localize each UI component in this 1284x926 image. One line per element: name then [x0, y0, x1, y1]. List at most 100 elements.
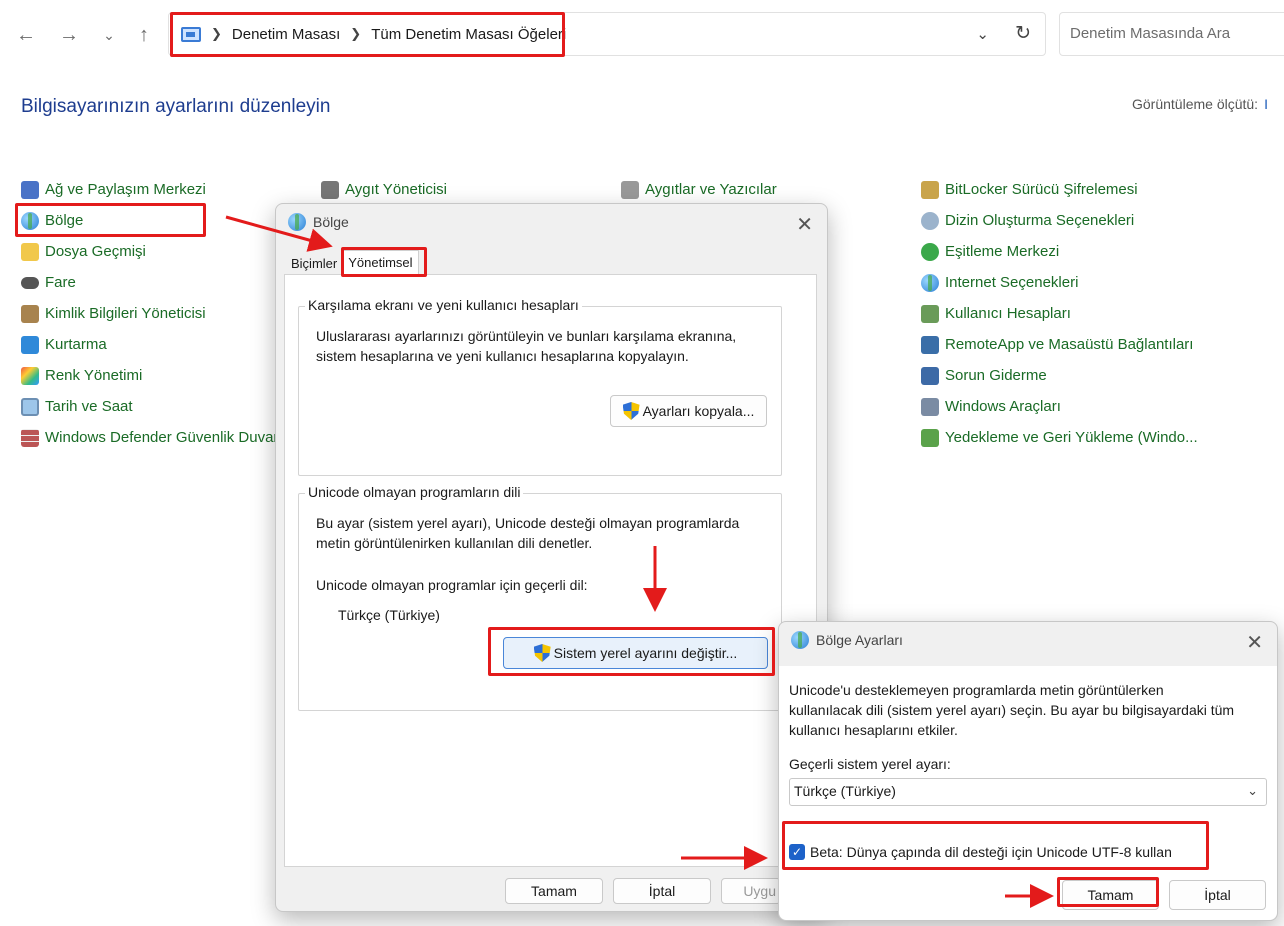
breadcrumb: ❯ Denetim Masası ❯ Tüm Denetim Masası Öğ… — [181, 13, 566, 55]
items-column-4: BitLocker Sürücü Şifrelemesi Dizin Oluşt… — [921, 174, 1198, 453]
item-label: Internet Seçenekleri — [945, 274, 1079, 291]
item-devices-printers[interactable]: Aygıtlar ve Yazıcılar — [621, 174, 777, 205]
current-language-value: Türkçe (Türkiye) — [338, 607, 440, 623]
dialog-title: Bölge — [313, 214, 349, 230]
recovery-icon — [21, 335, 39, 354]
items-column-1: Ağ ve Paylaşım Merkezi Bölge Dosya Geçmi… — [21, 174, 278, 453]
item-remoteapp[interactable]: RemoteApp ve Masaüstü Bağlantıları — [921, 329, 1198, 360]
item-file-history[interactable]: Dosya Geçmişi — [21, 236, 278, 267]
copy-settings-button[interactable]: Ayarları kopyala... — [610, 395, 767, 427]
cancel-button[interactable]: İptal — [1169, 880, 1266, 910]
item-user-accounts[interactable]: Kullanıcı Hesapları — [921, 298, 1198, 329]
item-indexing[interactable]: Dizin Oluşturma Seçenekleri — [921, 205, 1198, 236]
description-line: kullanıcı hesaplarını etkiler. — [789, 722, 958, 738]
breadcrumb-control-panel[interactable]: Denetim Masası — [232, 26, 340, 43]
breadcrumb-all-items[interactable]: Tüm Denetim Masası Öğeleri — [371, 26, 566, 43]
item-date-time[interactable]: Tarih ve Saat — [21, 391, 278, 422]
view-by-value[interactable]: I — [1264, 96, 1268, 112]
dialog-body: Unicode'u desteklemeyen programlarda met… — [779, 666, 1277, 920]
close-icon[interactable]: ✕ — [1246, 630, 1263, 655]
item-mouse[interactable]: Fare — [21, 267, 278, 298]
item-troubleshooting[interactable]: Sorun Giderme — [921, 360, 1198, 391]
chevron-down-icon: ⌄ — [1247, 783, 1258, 798]
vault-icon — [21, 304, 39, 323]
view-by: Görüntüleme ölçütü: I — [1132, 96, 1268, 112]
items-column-3: Aygıtlar ve Yazıcılar — [621, 174, 777, 205]
item-label: Kimlik Bilgileri Yöneticisi — [45, 305, 206, 322]
internet-globe-icon — [921, 273, 939, 292]
uac-shield-icon — [533, 644, 551, 662]
group-description: Bu ayar (sistem yerel ayarı), Unicode de… — [316, 513, 739, 553]
select-value: Türkçe (Türkiye) — [794, 783, 896, 799]
search-input[interactable]: Denetim Masasında Ara — [1059, 12, 1284, 56]
network-icon — [21, 180, 39, 199]
description-line: sistem hesaplarına ve yeni kullanıcı hes… — [316, 348, 689, 364]
item-label: Tarih ve Saat — [45, 398, 133, 415]
back-button[interactable]: ← — [13, 22, 39, 48]
key-icon — [921, 180, 939, 199]
dialog-title-bar: Bölge — [288, 213, 349, 231]
globe-icon — [791, 631, 809, 649]
color-icon — [21, 366, 39, 385]
change-system-locale-button[interactable]: Sistem yerel ayarını değiştir... — [503, 637, 768, 669]
dialog-title: Bölge Ayarları — [816, 632, 903, 648]
uac-shield-icon — [622, 402, 640, 420]
ok-button[interactable]: Tamam — [1062, 880, 1159, 910]
item-label: Dosya Geçmişi — [45, 243, 146, 260]
locale-label: Geçerli sistem yerel ayarı: — [789, 756, 951, 772]
globe-icon — [288, 213, 306, 231]
users-icon — [921, 304, 939, 323]
recent-locations-button[interactable]: ⌄ — [96, 22, 122, 48]
apply-button[interactable]: Uygu — [721, 878, 781, 904]
item-bitlocker[interactable]: BitLocker Sürücü Şifrelemesi — [921, 174, 1198, 205]
unicode-group: Unicode olmayan programların dili Bu aya… — [298, 484, 782, 711]
item-label: Yedekleme ve Geri Yükleme (Windo... — [945, 429, 1198, 446]
folder-icon — [21, 242, 39, 261]
tools-icon — [921, 397, 939, 416]
mouse-icon — [21, 276, 39, 289]
item-label: Eşitleme Merkezi — [945, 243, 1060, 260]
refresh-icon[interactable]: ↻ — [1015, 22, 1031, 45]
item-firewall[interactable]: Windows Defender Güvenlik Duvar — [21, 422, 278, 453]
item-label: Renk Yönetimi — [45, 367, 143, 384]
indexing-icon — [921, 211, 939, 230]
close-icon[interactable]: ✕ — [796, 212, 813, 237]
dialog-description: Unicode'u desteklemeyen programlarda met… — [789, 680, 1234, 740]
group-description: Uluslararası ayarlarınızı görüntüleyin v… — [316, 326, 736, 366]
item-device-manager[interactable]: Aygıt Yöneticisi — [321, 174, 447, 205]
address-bar[interactable]: ❯ Denetim Masası ❯ Tüm Denetim Masası Öğ… — [168, 12, 1046, 56]
item-region[interactable]: Bölge — [21, 205, 278, 236]
group-legend: Karşılama ekranı ve yeni kullanıcı hesap… — [305, 297, 582, 313]
item-network-sharing[interactable]: Ağ ve Paylaşım Merkezi — [21, 174, 278, 205]
current-language-label: Unicode olmayan programlar için geçerli … — [316, 577, 588, 593]
sync-icon — [921, 242, 939, 261]
address-history-chevron-icon[interactable]: ⌄ — [976, 25, 989, 43]
device-manager-icon — [321, 180, 339, 199]
forward-button[interactable]: → — [56, 22, 82, 48]
item-backup-restore[interactable]: Yedekleme ve Geri Yükleme (Windo... — [921, 422, 1198, 453]
item-label: BitLocker Sürücü Şifrelemesi — [945, 181, 1138, 198]
item-internet-options[interactable]: Internet Seçenekleri — [921, 267, 1198, 298]
item-credential-manager[interactable]: Kimlik Bilgileri Yöneticisi — [21, 298, 278, 329]
system-locale-select[interactable]: Türkçe (Türkiye) ⌄ — [789, 778, 1267, 806]
item-label: Fare — [45, 274, 76, 291]
item-sync-center[interactable]: Eşitleme Merkezi — [921, 236, 1198, 267]
control-panel-icon — [181, 26, 201, 42]
remote-desktop-icon — [921, 335, 939, 354]
chevron-right-icon: ❯ — [350, 26, 362, 41]
item-color-management[interactable]: Renk Yönetimi — [21, 360, 278, 391]
description-line: Bu ayar (sistem yerel ayarı), Unicode de… — [316, 515, 740, 531]
group-legend: Unicode olmayan programların dili — [305, 484, 524, 500]
item-windows-tools[interactable]: Windows Araçları — [921, 391, 1198, 422]
up-button[interactable]: ↑ — [131, 22, 157, 48]
cancel-button[interactable]: İptal — [613, 878, 711, 904]
item-recovery[interactable]: Kurtarma — [21, 329, 278, 360]
ok-button[interactable]: Tamam — [505, 878, 603, 904]
description-line: metin görüntülenirken kullanılan dili de… — [316, 535, 593, 551]
backup-icon — [921, 428, 939, 447]
printer-icon — [621, 180, 639, 199]
utf8-option[interactable]: ✓ Beta: Dünya çapında dil desteği için U… — [789, 844, 1172, 860]
utf8-checkbox[interactable]: ✓ — [789, 844, 805, 860]
item-label: Dizin Oluşturma Seçenekleri — [945, 212, 1135, 229]
item-label: Sorun Giderme — [945, 367, 1047, 384]
